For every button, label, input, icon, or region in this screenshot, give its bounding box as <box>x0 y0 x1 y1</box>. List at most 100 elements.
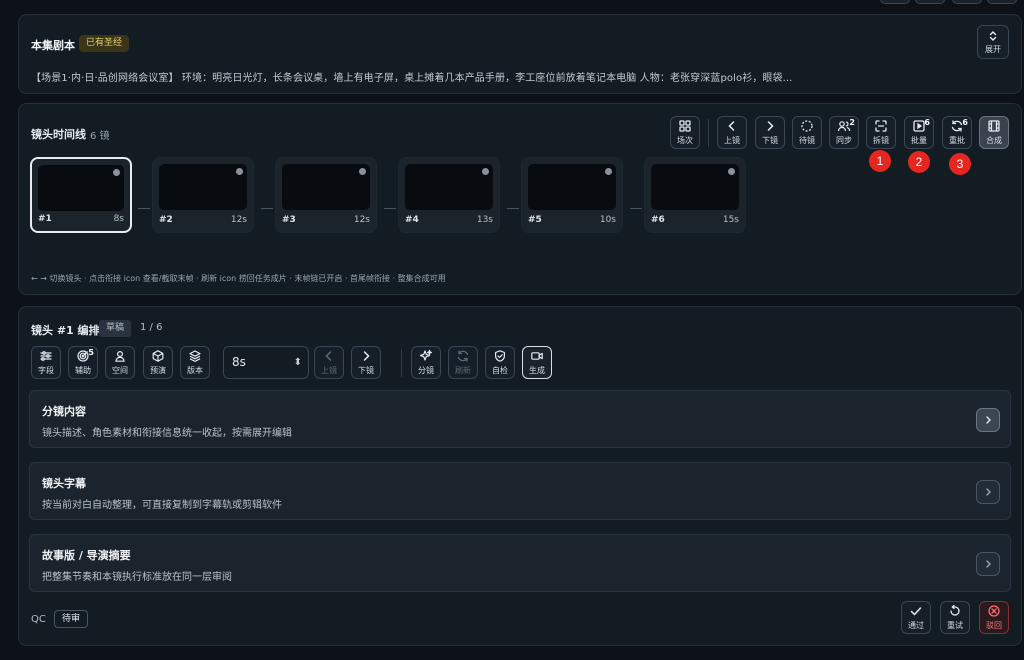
shot-card[interactable]: #5 10s <box>521 157 623 233</box>
bible-badge: 已有圣经 <box>79 35 130 52</box>
chevron-left-icon <box>325 351 332 361</box>
shot-connector[interactable] <box>507 208 519 209</box>
editor-refresh-button[interactable]: 刷新 <box>448 346 478 379</box>
shot-connector[interactable] <box>261 208 273 209</box>
expand-label: 展开 <box>985 44 1001 54</box>
compose-button[interactable]: 合成 <box>979 116 1009 149</box>
chevron-updown-icon: ⬍ <box>293 357 302 368</box>
scan-icon <box>875 120 887 132</box>
approve-button[interactable]: 通过 <box>901 601 931 634</box>
shot-thumbnail <box>528 164 616 210</box>
retry-button[interactable]: 重试 <box>940 601 970 634</box>
status-dot <box>482 168 489 175</box>
batch-button[interactable]: 6 批量 <box>904 116 934 149</box>
timeline-hint: ← → 切换镜头 · 点击衔接 icon 查看/截取末帧 · 刷新 icon 捞… <box>31 274 446 283</box>
top-partial-button[interactable] <box>880 0 910 4</box>
duration-select[interactable]: 8s ⬍ <box>223 346 309 379</box>
script-title: 本集剧本 <box>31 39 75 52</box>
annotation-marker: 1 <box>869 150 891 172</box>
shot-card[interactable]: #6 15s <box>644 157 746 233</box>
editor-prev-shot-button[interactable]: 上镜 <box>314 346 344 379</box>
film-icon <box>988 120 1000 132</box>
storyboard-button[interactable]: 分镜 <box>411 346 441 379</box>
grid-icon <box>679 120 691 132</box>
editor-next-shot-button[interactable]: 下镜 <box>351 346 381 379</box>
rebatch-button[interactable]: 6 重批 <box>942 116 972 149</box>
chevron-right-icon <box>986 560 991 568</box>
cube-icon <box>152 350 164 362</box>
expand-button[interactable]: 展开 <box>977 25 1009 59</box>
shot-connector[interactable] <box>630 208 642 209</box>
retry-icon <box>950 604 960 616</box>
chevron-right-icon <box>363 351 370 361</box>
storyboard-summary-section[interactable]: 故事版 / 导演摘要 把整集节奏和本镜执行标准放在同一层审阅 <box>29 534 1011 592</box>
status-dot <box>359 168 366 175</box>
top-partial-button[interactable] <box>915 0 945 4</box>
dashed-circle-icon <box>801 120 813 132</box>
shield-check-icon <box>495 350 505 362</box>
generate-button[interactable]: 生成 <box>522 346 552 379</box>
prev-shot-button[interactable]: 上镜 <box>717 116 747 149</box>
timeline-title: 镜头时间线 <box>31 128 86 141</box>
sliders-icon <box>40 351 52 361</box>
assist-button[interactable]: 5 辅助 <box>68 346 98 379</box>
sparkle-icon <box>419 349 432 361</box>
editor-title: 镜头 #1 编排 <box>31 324 100 337</box>
shot-content-section[interactable]: 分镜内容 镜头描述、角色素材和衔接信息统一收起，按需展开编辑 <box>29 390 1011 448</box>
toolbar-divider <box>401 349 402 377</box>
shot-thumbnail <box>159 164 247 210</box>
episode-script-panel: 本集剧本 已有圣经 【场景1·内·日·品创网络会议室】 环境：明亮日光灯，长条会… <box>18 14 1022 94</box>
shot-thumbnail <box>651 164 739 210</box>
qc-status-badge: 待审 <box>54 610 89 628</box>
person-pin-icon <box>115 350 125 362</box>
status-dot <box>236 168 243 175</box>
expand-section-button[interactable] <box>976 408 1000 432</box>
shot-card[interactable]: #2 12s <box>152 157 254 233</box>
fields-button[interactable]: 字段 <box>31 346 61 379</box>
status-dot <box>728 168 735 175</box>
chevron-left-icon <box>728 121 735 131</box>
annotation-marker: 3 <box>949 153 971 175</box>
sync-button[interactable]: 2 同步 <box>829 116 859 149</box>
status-dot <box>605 168 612 175</box>
draft-badge: 草稿 <box>99 320 132 337</box>
chevron-right-icon <box>767 121 774 131</box>
annotation-marker: 2 <box>908 151 930 173</box>
split-shot-button[interactable]: 拆镜 <box>866 116 896 149</box>
reject-button[interactable]: 驳回 <box>979 601 1009 634</box>
layers-icon <box>189 350 201 362</box>
shot-position: 1 / 6 <box>140 322 163 333</box>
shot-thumbnail <box>282 164 370 210</box>
expand-section-button[interactable] <box>976 480 1000 504</box>
top-partial-button[interactable] <box>987 0 1017 4</box>
shot-card[interactable]: #3 12s <box>275 157 377 233</box>
video-icon <box>531 352 543 360</box>
check-icon <box>910 607 922 616</box>
shot-card[interactable]: #1 8s <box>30 157 132 233</box>
scene-button[interactable]: 场次 <box>670 116 700 149</box>
self-check-button[interactable]: 自检 <box>485 346 515 379</box>
shot-thumbnail <box>405 164 493 210</box>
status-dot <box>113 169 120 176</box>
shot-card[interactable]: #4 13s <box>398 157 500 233</box>
next-shot-button[interactable]: 下镜 <box>755 116 785 149</box>
chevron-right-icon <box>986 416 991 424</box>
shot-editor-panel: 镜头 #1 编排 草稿 1 / 6 字段 5 辅助 空间 预演 版本 8s ⬍ … <box>18 306 1022 646</box>
version-button[interactable]: 版本 <box>180 346 210 379</box>
space-button[interactable]: 空间 <box>105 346 135 379</box>
shot-thumbnail <box>38 165 124 211</box>
preview-button[interactable]: 预演 <box>143 346 173 379</box>
shot-timeline-panel: 镜头时间线 6 镜 场次 上镜 下镜 待镜 2 同步 拆镜 6 批量 6 重批 … <box>18 103 1022 295</box>
chevron-right-icon <box>986 488 991 496</box>
shot-connector[interactable] <box>138 208 150 209</box>
expand-section-button[interactable] <box>976 552 1000 576</box>
script-excerpt: 【场景1·内·日·品创网络会议室】 环境：明亮日光灯，长条会议桌，墙上有电子屏，… <box>31 73 793 84</box>
top-partial-button[interactable] <box>952 0 982 4</box>
duration-value: 8s <box>232 355 246 369</box>
pending-shot-button[interactable]: 待镜 <box>792 116 822 149</box>
shot-subtitle-section[interactable]: 镜头字幕 按当前对白自动整理，可直接复制到字幕轨或剪辑软件 <box>29 462 1011 520</box>
shot-count: 6 镜 <box>90 131 110 142</box>
x-circle-icon <box>988 605 1000 617</box>
chevron-updown-icon <box>989 30 997 41</box>
shot-connector[interactable] <box>384 208 396 209</box>
